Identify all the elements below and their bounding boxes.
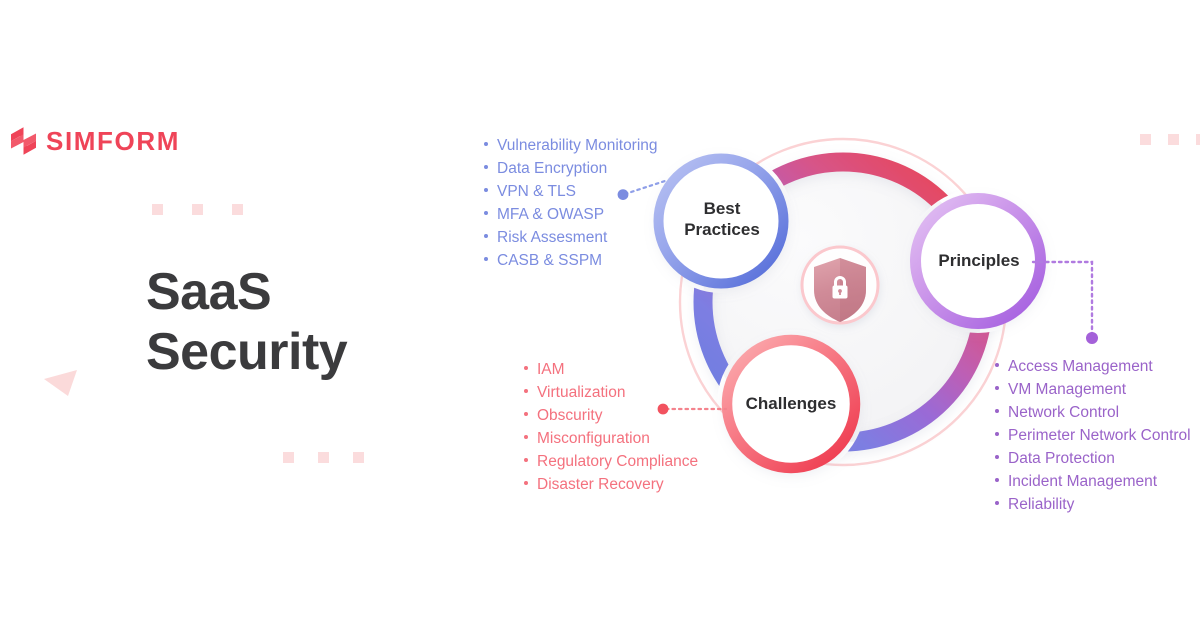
brand-name: SIMFORM <box>46 126 180 156</box>
list-item-label: Risk Assesment <box>497 229 608 246</box>
saas-security-venn-diagram <box>617 110 1100 510</box>
bullet-dot-icon <box>524 458 528 462</box>
decoration-square <box>152 204 163 215</box>
simform-s-mark-icon <box>11 127 36 155</box>
list-item-label: CASB & SSPM <box>497 252 603 269</box>
list-item-label: Virtualization <box>537 384 626 401</box>
bullet-dot-icon <box>484 257 488 261</box>
page-title-line1: SaaS <box>146 263 272 321</box>
decoration-triangle <box>44 370 77 396</box>
list-item-label: VPN & TLS <box>497 183 576 200</box>
node-challenges[interactable] <box>721 334 861 474</box>
decoration-square <box>192 204 203 215</box>
decoration-square <box>318 452 329 463</box>
list-item-label: Data Encryption <box>497 160 608 177</box>
bullet-dot-icon <box>524 412 528 416</box>
decoration-square <box>283 452 294 463</box>
decoration-square <box>1140 134 1151 145</box>
bullet-dot-icon <box>484 211 488 215</box>
bullet-dot-icon <box>524 366 528 370</box>
bullet-dot-icon <box>484 234 488 238</box>
bullet-dot-icon <box>484 165 488 169</box>
bullet-dot-icon <box>524 389 528 393</box>
list-item-label: Obscurity <box>537 407 603 424</box>
page-title-line2: Security <box>146 323 348 382</box>
list-item-label: IAM <box>537 361 565 378</box>
node-principles[interactable] <box>910 193 1046 329</box>
infographic-canvas: SIMFORM SaaS Security Vulnerability Moni… <box>0 0 1200 627</box>
node-best-practices[interactable] <box>653 153 789 289</box>
diagram-svg <box>617 137 1098 474</box>
bullet-dot-icon <box>484 188 488 192</box>
decoration-square <box>1196 134 1200 145</box>
bullet-dot-icon <box>524 481 528 485</box>
decoration-square <box>232 204 243 215</box>
center-shield-lock <box>800 245 880 325</box>
bullet-dot-icon <box>484 142 488 146</box>
brand-logo: SIMFORM <box>10 126 180 156</box>
page-title: SaaS Security <box>146 262 348 383</box>
decoration-square <box>1168 134 1179 145</box>
decoration-square <box>353 452 364 463</box>
list-item-label: MFA & OWASP <box>497 206 605 223</box>
bullet-dot-icon <box>524 435 528 439</box>
